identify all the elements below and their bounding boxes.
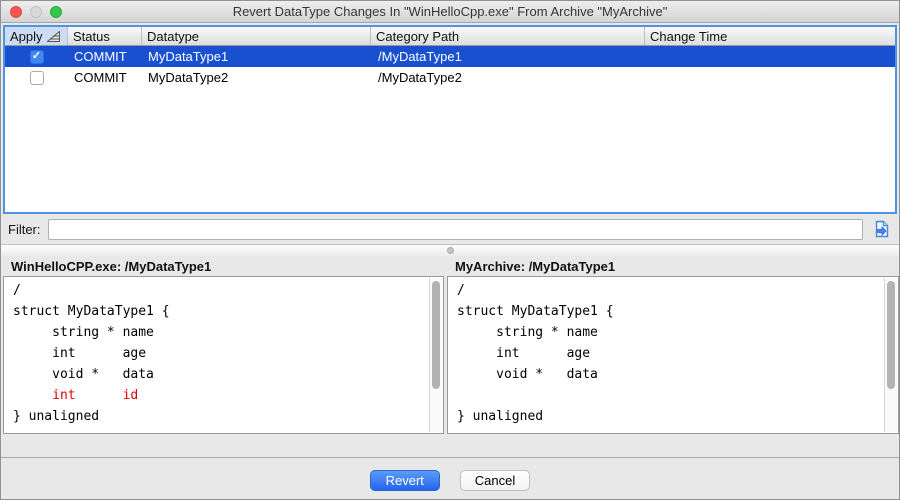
- revert-datatype-dialog: Revert DataType Changes In "WinHelloCpp.…: [0, 0, 900, 500]
- splitter-grip-icon: [447, 247, 454, 254]
- right-vertical-scrollbar[interactable]: [884, 278, 897, 432]
- cell-apply: [5, 71, 68, 85]
- filter-options-icon: [872, 220, 890, 238]
- cell-datatype: MyDataType1: [142, 49, 371, 64]
- code-line: void * data: [457, 364, 889, 385]
- filter-label: Filter:: [8, 222, 41, 237]
- code-line: int id: [13, 385, 434, 406]
- table-row[interactable]: ✓ COMMITMyDataType1/MyDataType1: [5, 46, 895, 67]
- column-header-status[interactable]: Status: [68, 27, 142, 45]
- archive-datatype-panel: MyArchive: /MyDataType1 /struct MyDataTy…: [447, 256, 899, 434]
- code-line: struct MyDataType1 {: [457, 301, 889, 322]
- column-header-apply-label: Apply: [10, 29, 43, 44]
- code-line: void * data: [13, 364, 434, 385]
- code-line: [457, 385, 889, 406]
- column-header-apply[interactable]: Apply: [5, 27, 68, 45]
- left-vertical-scrollbar[interactable]: [429, 278, 442, 432]
- window-title: Revert DataType Changes In "WinHelloCpp.…: [1, 4, 899, 19]
- code-line: int age: [13, 343, 434, 364]
- sort-ascending-icon: [47, 31, 60, 42]
- cancel-button[interactable]: Cancel: [460, 470, 530, 491]
- code-line: } unaligned: [13, 406, 434, 427]
- code-line: /: [13, 280, 434, 301]
- filter-input[interactable]: [48, 219, 864, 240]
- cell-apply: ✓: [5, 50, 68, 64]
- program-datatype-panel: WinHelloCPP.exe: /MyDataType1 /struct My…: [3, 256, 444, 434]
- apply-checkbox[interactable]: ✓: [30, 50, 44, 64]
- cell-status: COMMIT: [68, 49, 142, 64]
- left-code-lines: /struct MyDataType1 { string * name int …: [4, 277, 443, 430]
- filter-bar: Filter:: [1, 214, 899, 244]
- revert-button[interactable]: Revert: [370, 470, 440, 491]
- dialog-button-row: Revert Cancel: [1, 470, 899, 491]
- right-code-view[interactable]: /struct MyDataType1 { string * name int …: [447, 276, 899, 434]
- column-header-datatype[interactable]: Datatype: [142, 27, 371, 45]
- table-row[interactable]: COMMITMyDataType2/MyDataType2: [5, 67, 895, 88]
- cell-category: /MyDataType1: [371, 49, 645, 64]
- cell-datatype: MyDataType2: [142, 70, 371, 85]
- content-bottom-divider: [1, 457, 899, 458]
- apply-checkbox[interactable]: [30, 71, 44, 85]
- code-line: string * name: [457, 322, 889, 343]
- cell-status: COMMIT: [68, 70, 142, 85]
- left-code-view[interactable]: /struct MyDataType1 { string * name int …: [3, 276, 444, 434]
- code-line: string * name: [13, 322, 434, 343]
- cell-category: /MyDataType2: [371, 70, 645, 85]
- code-line: struct MyDataType1 {: [13, 301, 434, 322]
- table-body: ✓ COMMITMyDataType1/MyDataType1 COMMITMyDa…: [5, 46, 895, 212]
- column-header-category-path[interactable]: Category Path: [371, 27, 645, 45]
- column-header-change-time[interactable]: Change Time: [645, 27, 895, 45]
- traffic-lights: [10, 6, 62, 18]
- right-scrollbar-thumb[interactable]: [887, 281, 895, 389]
- zoom-button[interactable]: [50, 6, 62, 18]
- filter-options-button[interactable]: [870, 218, 892, 240]
- code-line: } unaligned: [457, 406, 889, 427]
- code-line: /: [457, 280, 889, 301]
- right-code-lines: /struct MyDataType1 { string * name int …: [448, 277, 898, 430]
- minimize-button[interactable]: [30, 6, 42, 18]
- titlebar: Revert DataType Changes In "WinHelloCpp.…: [1, 1, 899, 23]
- left-panel-title: WinHelloCPP.exe: /MyDataType1: [3, 256, 444, 276]
- splitter-handle[interactable]: [1, 244, 899, 256]
- datatype-changes-table: Apply Status Datatype Category Path Chan…: [3, 25, 897, 214]
- close-button[interactable]: [10, 6, 22, 18]
- left-scrollbar-thumb[interactable]: [432, 281, 440, 389]
- table-header: Apply Status Datatype Category Path Chan…: [5, 27, 895, 46]
- right-panel-title: MyArchive: /MyDataType1: [447, 256, 899, 276]
- code-line: int age: [457, 343, 889, 364]
